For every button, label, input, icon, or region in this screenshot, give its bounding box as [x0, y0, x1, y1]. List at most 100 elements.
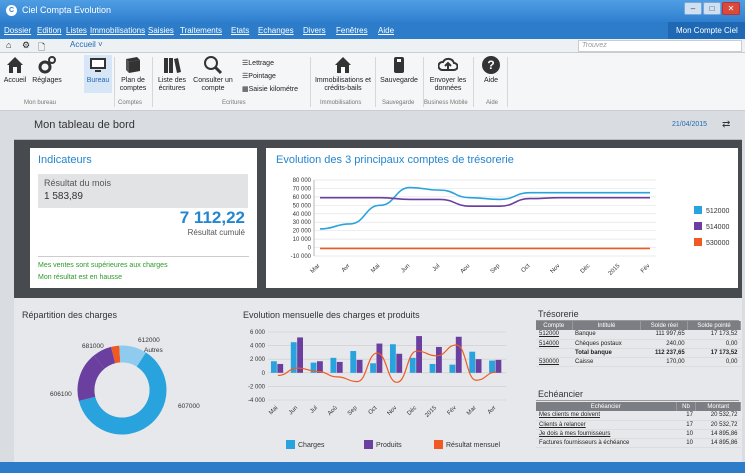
cell: 112 237,65: [640, 348, 688, 358]
col-intitule[interactable]: Intitulé: [572, 321, 642, 330]
liste-ecritures-button[interactable]: Liste des écritures: [155, 55, 189, 93]
minimize-button[interactable]: –: [684, 2, 702, 15]
envoyer-donnees-button[interactable]: Envoyer les données: [426, 55, 470, 93]
bar-Charges-Déc: [409, 357, 416, 373]
legend-swatch-Charges: [286, 440, 295, 449]
ribbon-separator: [310, 57, 311, 107]
cell: 17 173,52: [687, 330, 741, 340]
menu-edition[interactable]: Edition: [37, 26, 61, 35]
building-icon: [335, 57, 351, 73]
donut-label-606100: 606100: [50, 391, 72, 398]
cell: 10: [676, 429, 696, 439]
col-nb[interactable]: Nb: [676, 402, 697, 411]
house-icon: [7, 57, 23, 73]
table-row[interactable]: Je dois à mes fournisseurs 10 14 895,86: [536, 429, 741, 439]
series-line-resultat: [277, 344, 497, 383]
sauvegarde-button[interactable]: Sauvegarde: [378, 55, 420, 85]
col-compte[interactable]: Compte: [536, 321, 573, 330]
menu-saisies[interactable]: Saisies: [148, 26, 174, 35]
account-link[interactable]: 512000: [536, 330, 572, 340]
menu-traitements[interactable]: Traitements: [180, 26, 222, 35]
y-tick-label: -2 000: [248, 384, 266, 390]
close-button[interactable]: ✕: [722, 2, 740, 15]
cell: 0,00: [687, 357, 741, 367]
tresorerie-line-chart: 80 000 70 000 60 000 50 000 40 000 30 000 20 0…: [291, 178, 730, 277]
echeance-link[interactable]: Clients à relancer: [536, 420, 676, 430]
tresorerie-table: Compte Intitulé Solde réel Solde pointé …: [536, 321, 741, 367]
table-row[interactable]: 512000 Banque 111 997,65 17 173,52: [536, 330, 741, 340]
gears-icon: [38, 56, 56, 74]
bar-Produits-Mar: [475, 359, 482, 373]
message-resultat: Mon résultat est en hausse: [38, 274, 123, 281]
y-tick-label: 80 000: [293, 178, 312, 184]
donut-label-681000: 681000: [82, 343, 104, 350]
echeance-link[interactable]: Mes clients me doivent: [536, 411, 676, 421]
menu-divers[interactable]: Divers: [303, 26, 326, 35]
table-row[interactable]: 530000 Caisse 170,00 0,00: [536, 357, 741, 367]
menu-dossier[interactable]: Dossier: [4, 26, 31, 35]
immobilisations-button[interactable]: Immobilisations et crédits-bails: [313, 55, 373, 93]
bureau-label: Bureau: [86, 77, 110, 84]
echeance-link[interactable]: Factures fournisseurs à échéance: [536, 438, 676, 448]
group-mon-bureau: Mon bureau: [24, 100, 57, 106]
menu-immobilisations[interactable]: Immobilisations: [90, 26, 145, 35]
consulter-compte-button[interactable]: Consulter un compte: [192, 55, 234, 93]
mon-compte-button[interactable]: Mon Compte Ciel: [668, 22, 745, 39]
tab-accueil[interactable]: Accueil ˅: [70, 40, 103, 49]
col-solde-reel[interactable]: Solde réel: [640, 321, 689, 330]
saisie-kilometre-item[interactable]: ▦Saisie kilométre: [242, 85, 298, 93]
menu-listes[interactable]: Listes: [66, 26, 87, 35]
maximize-button[interactable]: □: [703, 2, 721, 15]
y-tick-label: 60 000: [293, 195, 312, 201]
menu-echanges[interactable]: Echanges: [258, 26, 294, 35]
legend-label-Résultat mensuel: Résultat mensuel: [446, 442, 501, 449]
x-tick-label: Mar: [466, 405, 478, 417]
menu-aide[interactable]: Aide: [378, 26, 394, 35]
lettrage-item[interactable]: ☰Lettrage: [242, 59, 274, 67]
x-tick-label: Jun: [288, 405, 299, 416]
settings-icon[interactable]: ⚙: [22, 40, 30, 51]
donut-slice-612000: [110, 345, 121, 364]
x-tick-label: Déc: [406, 405, 418, 417]
reglages-button[interactable]: Réglages: [30, 55, 64, 85]
table-row[interactable]: Mes clients me doivent 17 20 532,72: [536, 411, 741, 421]
bar-Produits-Oct: [376, 343, 383, 373]
col-montant[interactable]: Montant: [695, 402, 741, 411]
plan-de-comptes-button[interactable]: Plan de comptes: [116, 55, 150, 93]
x-tick-label: Mar: [310, 263, 322, 275]
x-tick-label: Jul: [309, 405, 319, 415]
legend-swatch-530000: [694, 238, 702, 246]
pointage-item[interactable]: ☰Pointage: [242, 72, 276, 80]
ribbon-separator: [114, 57, 115, 107]
message-ventes: Mes ventes sont supérieures aux charges: [38, 262, 168, 269]
account-link[interactable]: 530000: [536, 357, 572, 367]
x-tick-label: Mai: [370, 263, 381, 274]
col-solde-pointe[interactable]: Solde pointé: [687, 321, 741, 330]
bureau-button[interactable]: Bureau: [84, 55, 112, 93]
menu-etats[interactable]: Etats: [231, 26, 249, 35]
table-row[interactable]: Clients à relancer 17 20 532,72: [536, 420, 741, 430]
usb-drive-icon: [394, 57, 404, 73]
col-echeancier[interactable]: Echéancier: [536, 402, 677, 411]
group-business-mobile: Business Mobile: [424, 100, 468, 106]
reglages-label: Réglages: [32, 77, 62, 84]
group-aide: Aide: [486, 100, 499, 106]
cell: 20 532,72: [695, 411, 741, 421]
table-row[interactable]: 514000 Chèques postaux 240,00 0,00: [536, 339, 741, 349]
x-tick-label: Aou: [460, 263, 472, 275]
account-link[interactable]: 514000: [536, 339, 572, 349]
echeance-link[interactable]: Je dois à mes fournisseurs: [536, 429, 676, 439]
table-icon: ▦: [242, 86, 249, 93]
legend-label-Charges: Charges: [298, 442, 325, 449]
table-row[interactable]: Factures fournisseurs à échéance 10 14 895…: [536, 438, 741, 448]
bar-Produits-Mai: [277, 363, 284, 373]
refresh-icon[interactable]: ⇄: [722, 119, 730, 130]
menu-fenetres[interactable]: Fenêtres: [336, 26, 368, 35]
donut-slice-Autres: [119, 345, 146, 368]
home-icon[interactable]: ⌂: [6, 40, 11, 50]
aide-button[interactable]: ? Aide: [478, 55, 504, 85]
indicateurs-title: Indicateurs: [38, 154, 92, 166]
accueil-button[interactable]: Accueil: [2, 55, 28, 85]
x-tick-label: Déc: [580, 263, 592, 275]
search-input[interactable]: Trouvez: [578, 40, 742, 52]
